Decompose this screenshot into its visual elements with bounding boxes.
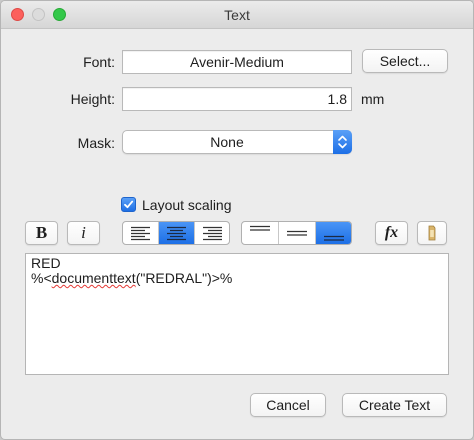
title-bar: Text (1, 1, 473, 29)
font-label: Font: (83, 54, 115, 70)
text-content-area[interactable]: RED %<documenttext("REDRAL")>% (25, 253, 449, 375)
vertical-alignment-segmented-control (241, 221, 352, 245)
mask-popup[interactable]: None (122, 130, 352, 154)
align-left-button[interactable] (123, 222, 159, 244)
font-name-field[interactable]: Avenir-Medium (122, 50, 352, 74)
align-center-icon (167, 226, 186, 241)
height-unit: mm (361, 91, 385, 107)
italic-button[interactable]: i (67, 221, 100, 245)
text-line-2: %<documenttext("REDRAL")>% (31, 271, 443, 286)
misspelled-word: documenttext (51, 270, 136, 286)
mask-popup-value: None (210, 134, 244, 150)
mask-label: Mask: (77, 135, 115, 151)
window-title: Text (224, 7, 250, 23)
align-left-icon (131, 226, 150, 241)
bold-icon: B (35, 223, 48, 242)
height-label: Height: (70, 91, 115, 107)
horizontal-alignment-segmented-control (122, 221, 230, 245)
cancel-button[interactable]: Cancel (250, 393, 326, 417)
bold-button[interactable]: B (25, 221, 58, 245)
function-icon: fx (384, 224, 399, 241)
text-line-2-suffix: ("REDRAL")>% (135, 270, 233, 286)
align-right-icon (203, 226, 222, 241)
insert-variable-button[interactable] (417, 221, 447, 245)
valign-middle-icon (287, 230, 307, 236)
align-center-button[interactable] (159, 222, 195, 244)
italic-icon: i (81, 223, 86, 242)
text-line-1: RED (31, 255, 61, 271)
valign-middle-button[interactable] (279, 222, 316, 244)
text-line-2-prefix: %< (31, 270, 52, 286)
select-font-button[interactable]: Select... (362, 49, 448, 73)
create-text-button[interactable]: Create Text (342, 393, 447, 417)
align-right-button[interactable] (195, 222, 229, 244)
valign-bottom-button[interactable] (316, 222, 351, 244)
layout-scaling-label: Layout scaling (142, 197, 232, 213)
valign-top-icon (250, 225, 270, 231)
text-dialog-window: Text Font: Avenir-Medium Select... Heigh… (0, 0, 474, 440)
height-input[interactable]: 1.8 (122, 87, 352, 111)
popup-stepper-icon (333, 130, 352, 154)
variable-tag-icon (428, 225, 436, 241)
valign-bottom-icon (324, 235, 344, 241)
valign-top-button[interactable] (242, 222, 279, 244)
insert-function-button[interactable]: fx (375, 221, 408, 245)
checkmark-icon (124, 200, 134, 209)
layout-scaling-checkbox[interactable] (121, 197, 136, 212)
